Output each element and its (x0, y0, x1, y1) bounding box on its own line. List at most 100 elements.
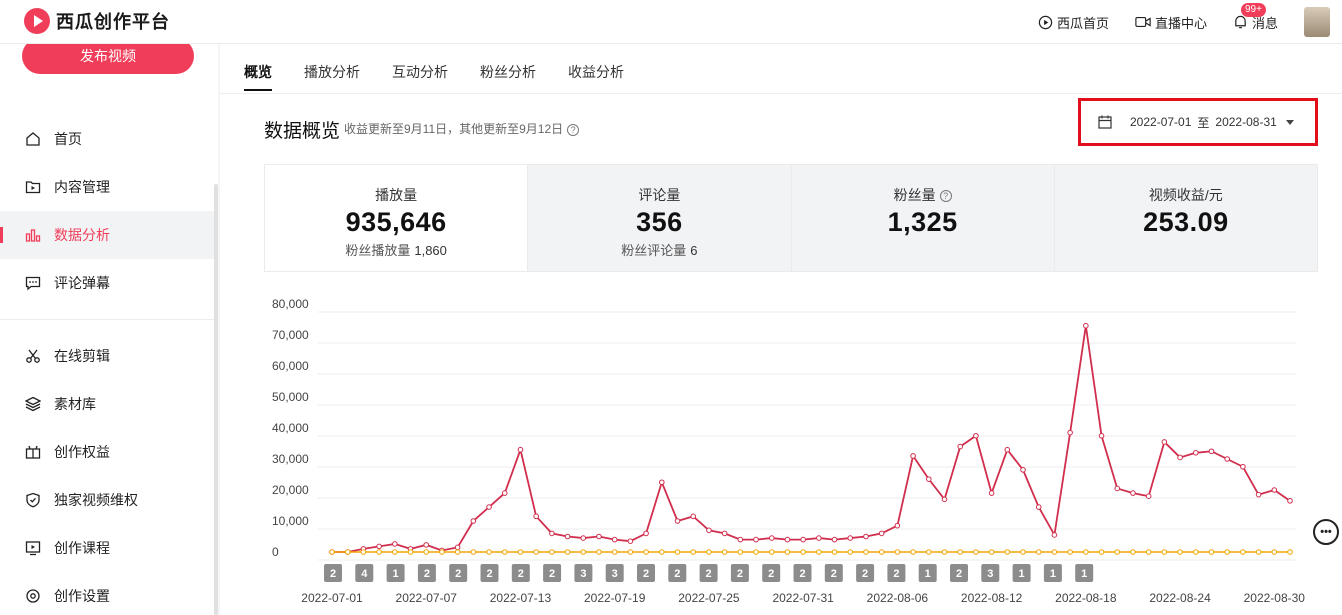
publish-marker-label: 2 (862, 568, 868, 580)
data-point (564, 533, 571, 540)
publish-marker-label: 2 (455, 568, 461, 580)
data-point (1035, 549, 1042, 555)
y-tick-label: 70,000 (272, 328, 309, 342)
sidebar-item-home[interactable]: 首页 (0, 115, 216, 163)
play-circle-icon (1038, 15, 1053, 29)
message-badge: 99+ (1240, 2, 1266, 17)
data-point (1067, 429, 1073, 436)
data-point (1145, 549, 1152, 555)
data-point (329, 549, 335, 555)
data-point (1287, 549, 1293, 555)
data-point (1098, 432, 1105, 439)
data-point (1255, 549, 1262, 555)
data-point (863, 533, 869, 540)
y-tick-label: 10,000 (272, 514, 309, 528)
logo-icon (24, 8, 50, 34)
data-point (627, 538, 634, 544)
data-point (863, 549, 869, 555)
data-point (800, 536, 806, 543)
sidebar-item-comments[interactable]: 评论弹幕 (0, 259, 216, 307)
data-point (878, 549, 885, 555)
publish-marker-label: 1 (1081, 568, 1087, 580)
data-point (1208, 549, 1215, 555)
data-point (1020, 467, 1026, 473)
data-point (344, 549, 351, 555)
data-point (643, 530, 649, 537)
data-point (1114, 485, 1121, 492)
y-tick-label: 20,000 (272, 483, 309, 497)
xigua-home-link[interactable]: 西瓜首页 (1038, 13, 1109, 32)
sidebar-item-rights[interactable]: 创作权益 (0, 428, 216, 476)
data-point (501, 490, 508, 496)
data-point (831, 536, 838, 543)
data-point (643, 549, 649, 555)
sidebar-item-courses[interactable]: 创作课程 (0, 524, 216, 572)
x-tick-label: 2022-07-01 (301, 591, 363, 605)
sidebar-item-library[interactable]: 素材库 (0, 380, 216, 428)
publish-marker-label: 2 (768, 568, 774, 580)
sidebar-item-content[interactable]: 内容管理 (0, 163, 216, 211)
publish-marker-label: 3 (612, 568, 618, 580)
data-point (376, 549, 382, 555)
data-point (706, 527, 712, 534)
messages-link[interactable]: 99+ 消息 (1233, 2, 1278, 32)
data-point (674, 518, 681, 524)
data-point (1161, 439, 1168, 445)
publish-marker-label: 2 (518, 568, 524, 580)
data-point (486, 549, 492, 555)
publish-marker-label: 2 (424, 568, 430, 580)
data-point (517, 446, 524, 453)
y-tick-label: 30,000 (272, 452, 309, 466)
data-point (816, 549, 822, 555)
data-point (988, 549, 995, 555)
xigua-home-label: 西瓜首页 (1056, 15, 1109, 31)
data-point (1271, 487, 1278, 493)
publish-marker-label: 3 (580, 568, 586, 580)
video-camera-icon (1135, 16, 1151, 28)
folder-play-icon (24, 178, 42, 196)
plays-line-chart: 80,000 70,000 60,000 50,000 40,000 30,000 20,0… (272, 297, 1305, 605)
chat-dots-icon: ••• (1320, 526, 1332, 538)
top-bar: 西瓜创作平台 西瓜首页 直播中心 99+ 消息 (0, 0, 1342, 44)
avatar[interactable] (1304, 7, 1330, 37)
data-point (454, 544, 461, 551)
data-point (1287, 498, 1293, 504)
live-center-label: 直播中心 (1154, 15, 1207, 31)
data-point (910, 453, 916, 459)
data-point (957, 549, 963, 555)
feedback-chat-button[interactable]: ••• (1313, 519, 1339, 545)
data-point (721, 530, 728, 537)
top-links: 西瓜首页 直播中心 99+ 消息 (1038, 0, 1342, 44)
data-point (1240, 463, 1246, 470)
sidebar-scrollbar[interactable] (214, 184, 218, 615)
data-point (800, 549, 806, 555)
sidebar-divider (0, 319, 216, 320)
data-point (737, 536, 744, 543)
publish-marker-label: 2 (643, 568, 649, 580)
data-point (454, 549, 461, 555)
data-point (659, 549, 665, 555)
data-point (392, 549, 398, 555)
sidebar-item-label: 创作课程 (54, 540, 110, 556)
x-tick-label: 2022-08-06 (867, 591, 929, 605)
x-tick-label: 2022-08-12 (961, 591, 1023, 605)
data-point (627, 549, 634, 555)
sidebar-item-copyright[interactable]: 独家视频维权 (0, 476, 216, 524)
data-point (596, 533, 602, 540)
data-point (784, 536, 791, 543)
data-point (690, 513, 697, 520)
comment-icon (24, 274, 42, 292)
data-point (596, 549, 602, 555)
live-center-link[interactable]: 直播中心 (1135, 13, 1207, 32)
bar-chart-icon (24, 226, 42, 244)
sidebar-item-online-edit[interactable]: 在线剪辑 (0, 332, 216, 380)
sidebar-item-settings[interactable]: 创作设置 (0, 572, 216, 615)
data-point (580, 535, 587, 541)
sidebar-item-analytics[interactable]: 数据分析 (0, 211, 216, 259)
sidebar-item-label: 评论弹幕 (54, 275, 110, 291)
data-point (737, 549, 744, 555)
logo[interactable]: 西瓜创作平台 (24, 8, 170, 34)
data-point (1145, 493, 1152, 500)
data-point (816, 535, 822, 541)
publish-marker-label: 1 (925, 568, 931, 580)
